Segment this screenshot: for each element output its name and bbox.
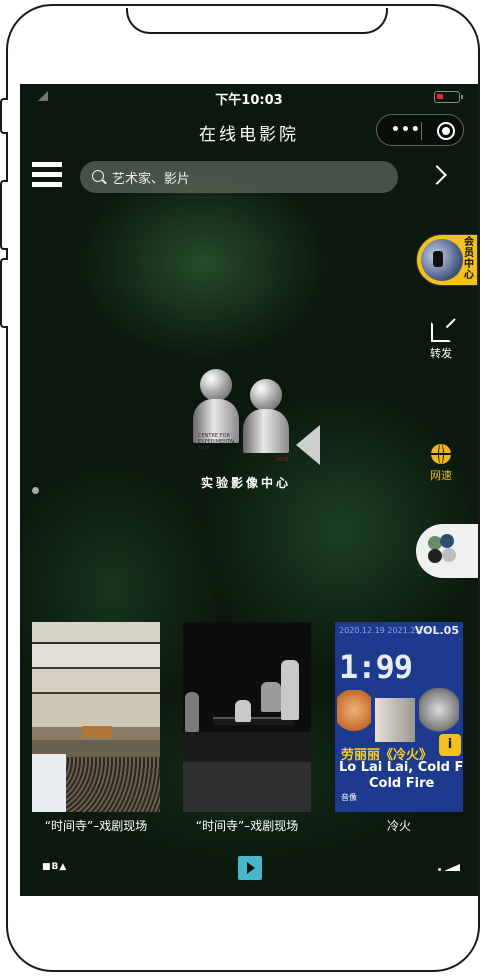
poster-logo: 音像 [341,793,357,802]
status-time: 下午10:03 [215,93,283,108]
close-target-button[interactable] [437,122,455,140]
member-center-label: 会员中心 [464,237,474,281]
member-avatar [421,239,463,281]
film-caption: 冷火 [386,819,411,833]
film-poster: 2020.12.19 2021.2.10 VOL.05 1:99 劳丽丽《冷火》… [335,622,463,812]
member-center-button[interactable]: 会员中心 [416,234,478,286]
volume-down-button [0,258,8,328]
film-thumbnail [32,622,160,812]
logo-tiny-text: CENTRE FOR EXPERIMENTAL FILM [198,433,236,451]
search-icon [92,170,104,182]
share-button[interactable]: 转发 [426,322,456,361]
poster-en-line2: Cold Fire [369,776,435,791]
center-logo: CENTRE FOR EXPERIMENTAL FILM 2019 [188,369,328,479]
logo-name: 实验影像中心 [200,476,291,490]
volume-up-button [0,180,8,250]
film-thumbnail [183,622,311,812]
tab-home[interactable]: ■B▲ [42,862,67,872]
film-caption: “时间寺”–戏剧现场 [44,819,148,833]
play-icon[interactable] [238,856,262,880]
film-card[interactable]: “时间寺”–戏剧现场 [183,622,311,834]
film-caption: “时间寺”–戏剧现场 [195,819,299,833]
share-icon [431,322,451,342]
film-card[interactable]: “时间寺”–戏剧现场 [32,622,160,834]
film-carousel: “时间寺”–戏剧现场 “时间寺”–戏剧现场 2020.12.19 2021.2.… [20,622,478,852]
film-card[interactable]: 2020.12.19 2021.2.10 VOL.05 1:99 劳丽丽《冷火》… [335,622,463,834]
app-screen: 下午10:03 在线电影院 ••• 艺术家、影片 会员中心 转发 网速 CENT… [20,84,478,896]
capsule-divider [421,122,422,140]
search-placeholder: 艺术家、影片 [112,172,191,187]
search-input[interactable]: 艺术家、影片 [80,161,398,193]
network-speed-label: 网速 [430,469,452,482]
page-indicator-dot [32,487,39,494]
tab-profile-icon[interactable] [438,864,460,872]
bottom-tab-bar: ■B▲ [20,854,478,890]
chevron-right-icon[interactable] [427,165,447,185]
more-button[interactable]: ••• [391,123,421,137]
battery-icon [434,91,463,103]
share-label: 转发 [430,347,452,360]
poster-issue: VOL.05 [414,624,459,637]
miniprogram-capsule: ••• [376,114,464,146]
network-speed-button[interactable]: 网速 [426,444,456,483]
mute-switch [0,98,8,134]
status-bar: 下午10:03 [20,88,478,108]
menu-icon[interactable] [32,162,62,188]
poster-en-line1: Lo Lai Lai, Cold Fi [339,760,463,775]
poster-big-number: 1:99 [339,648,413,686]
info-icon[interactable]: i [439,734,461,756]
floating-ball-button[interactable] [416,524,478,578]
logo-year: 2019 [276,457,289,463]
globe-icon [431,444,451,464]
notch [126,8,388,34]
